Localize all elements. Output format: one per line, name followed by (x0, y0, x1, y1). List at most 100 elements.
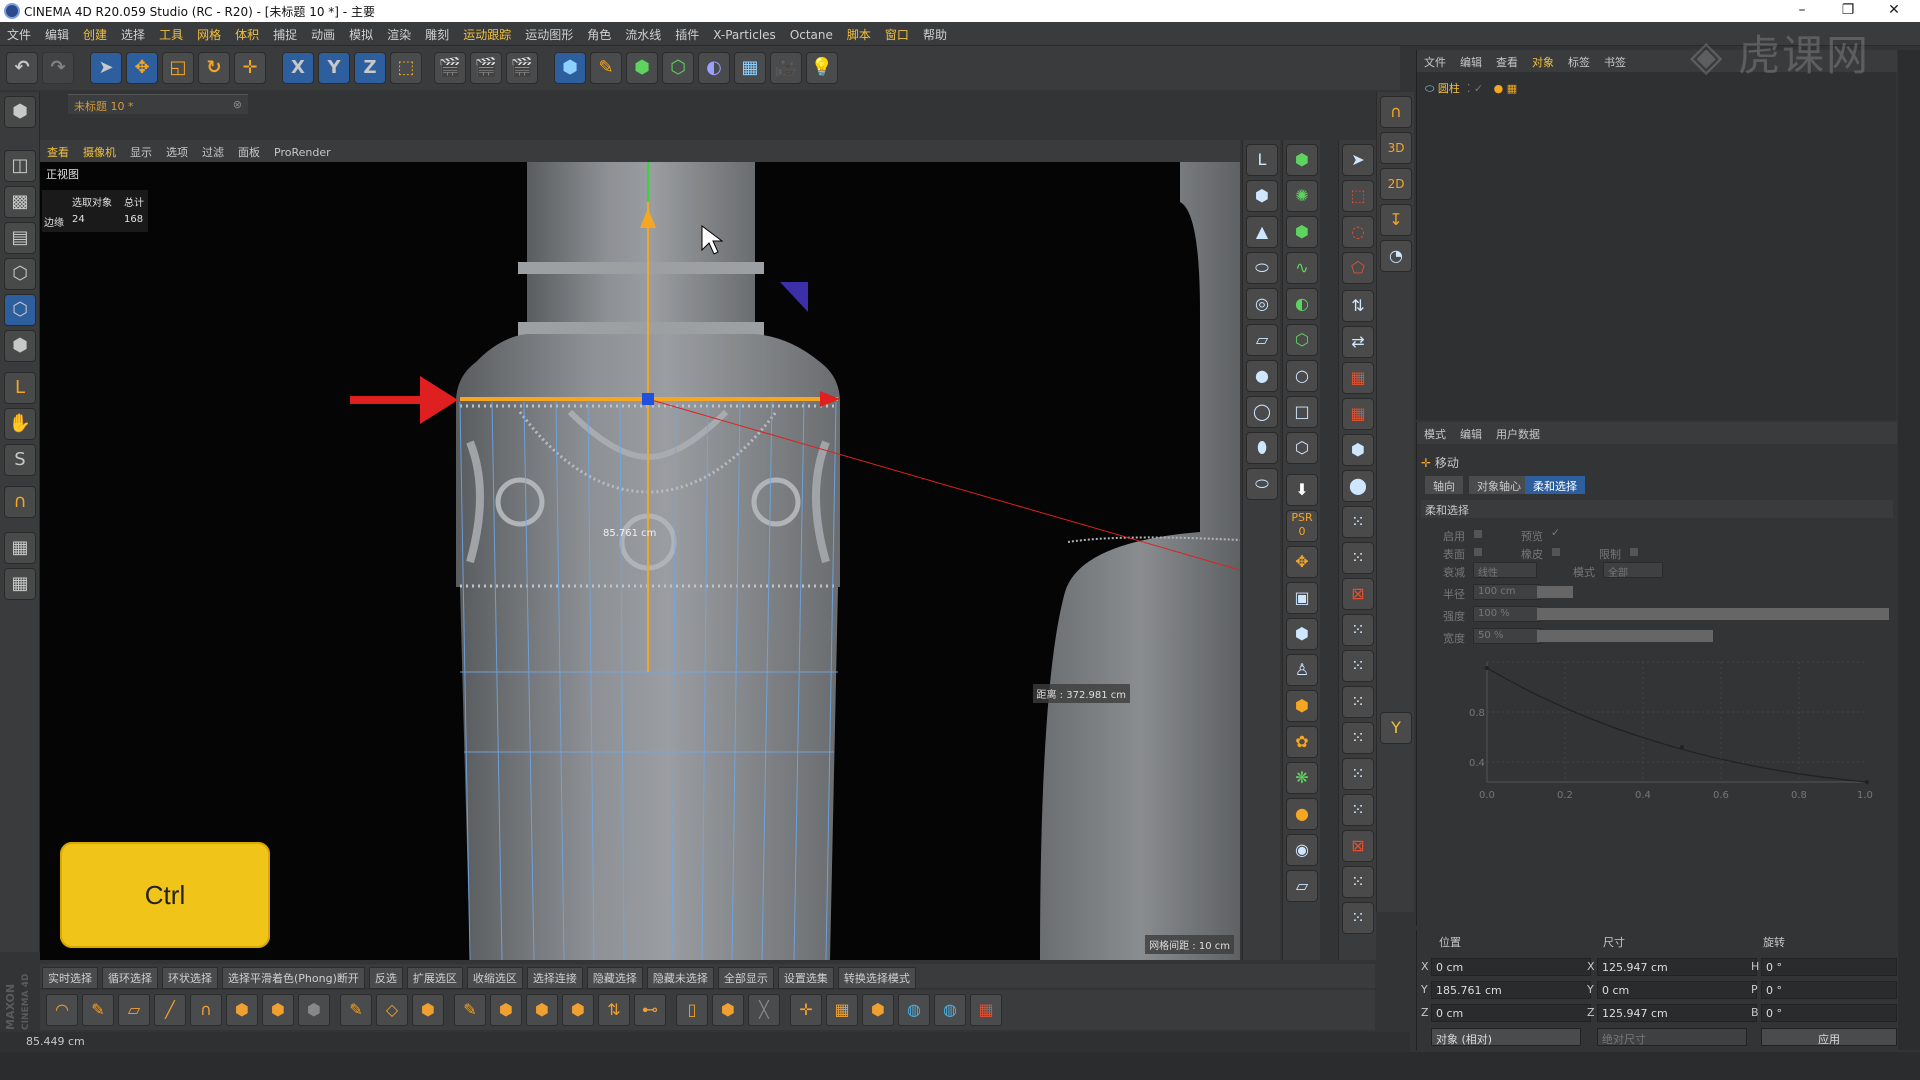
viewport-menu-item-3[interactable]: 选项 (159, 140, 195, 160)
menu-item-3[interactable]: 选择 (114, 22, 152, 43)
polygon-spline-icon[interactable]: ⬡ (1286, 432, 1318, 464)
workplane-lock-icon[interactable]: ▦ (4, 532, 36, 564)
selection-command-9[interactable]: 隐藏未选择 (646, 967, 714, 989)
tweak-mode-icon[interactable]: ✋ (4, 408, 36, 440)
subdivision-surface-icon[interactable]: ⬢ (626, 52, 658, 84)
width-slider[interactable] (1537, 630, 1713, 642)
close-tab-icon[interactable]: ⊗ (233, 98, 242, 111)
restrict-checkbox[interactable] (1629, 547, 1639, 557)
menu-item-5[interactable]: 网格 (190, 22, 228, 43)
rubber-checkbox[interactable] (1551, 547, 1561, 557)
object-to-polygon-icon[interactable]: ⬢ (712, 994, 744, 1026)
selection-command-10[interactable]: 全部显示 (717, 967, 774, 989)
width-field[interactable]: 50 % (1473, 628, 1541, 644)
menu-item-7[interactable]: 捕捉 (266, 22, 304, 43)
slide-icon[interactable]: ⁙ (1342, 794, 1374, 826)
select-tool-icon[interactable]: ➤ (90, 52, 122, 84)
menu-item-10[interactable]: 渲染 (380, 22, 418, 43)
voronoi-icon[interactable]: ❋ (1286, 762, 1318, 794)
optimize-icon[interactable]: ▦ (1342, 362, 1374, 394)
tab-axis[interactable]: 轴向 (1425, 476, 1463, 494)
snap-enable-icon[interactable]: ∩ (1380, 96, 1412, 128)
menu-item-21[interactable]: 帮助 (916, 22, 954, 43)
effector-icon[interactable]: ✿ (1286, 726, 1318, 758)
snap-icon[interactable]: ∩ (4, 486, 36, 518)
close-icon[interactable]: ✕ (1874, 2, 1914, 18)
move-tool-icon[interactable]: ✥ (126, 52, 158, 84)
viewport-menu-item-4[interactable]: 过滤 (195, 140, 231, 160)
falloff-curve-graph[interactable]: 0.8 0.4 0.0 0.2 0.4 0.6 0.8 1.0 (1447, 652, 1887, 802)
polygons-mode-icon[interactable]: ⬢ (4, 330, 36, 362)
menu-item-1[interactable]: 编辑 (38, 22, 76, 43)
line-cut-icon[interactable]: ╱ (154, 994, 186, 1026)
viewport-menu-item-2[interactable]: 显示 (123, 140, 159, 160)
drop-to-floor-icon[interactable]: ⬇ (1286, 474, 1318, 506)
menu-item-17[interactable]: X-Particles (706, 24, 783, 42)
menu-item-19[interactable]: 脚本 (840, 22, 878, 43)
x-axis-lock-button[interactable]: X (282, 52, 314, 84)
menu-item-18[interactable]: Octane (783, 24, 840, 42)
bridge-tool-icon[interactable]: ⬢ (562, 994, 594, 1026)
z-axis-lock-button[interactable]: Z (354, 52, 386, 84)
sphere-shader-icon[interactable]: ● (1286, 798, 1318, 830)
menu-item-11[interactable]: 雕刻 (418, 22, 456, 43)
rect-selection-icon[interactable]: ⬚ (1342, 180, 1374, 212)
viewport-menu-item-1[interactable]: 摄像机 (76, 140, 123, 160)
smooth-icon[interactable]: ◠ (46, 994, 78, 1026)
disc-primitive-icon[interactable]: ◎ (1246, 288, 1278, 320)
dissolve-icon[interactable]: ╳ (748, 994, 780, 1026)
magnet-icon[interactable]: ⁙ (1342, 866, 1374, 898)
viewport-front[interactable]: 正视图 选取对象 总计 边缘 24 168 85.761 cm 距离 : 372… (40, 162, 1240, 960)
uv-grid-icon[interactable]: ◍ (934, 994, 966, 1026)
brush-tool-icon[interactable]: ✎ (82, 994, 114, 1026)
workplane-icon[interactable]: ▤ (4, 222, 36, 254)
untriangulate-icon[interactable]: ⬢ (412, 994, 444, 1026)
object-manager-menu-item-5[interactable]: 书签 (1597, 50, 1633, 70)
align-icon[interactable]: ⇅ (1342, 290, 1374, 322)
floor-plane-icon[interactable]: ▱ (1286, 870, 1318, 902)
connect-points-icon[interactable]: ⊷ (634, 994, 666, 1026)
polygon-pen-icon[interactable]: ⊠ (1342, 830, 1374, 862)
material-icon[interactable]: ⬢ (1286, 618, 1318, 650)
radius-field[interactable]: 100 cm (1473, 584, 1541, 600)
coordinate-system-icon[interactable]: ⬚ (390, 52, 422, 84)
model-mode-icon[interactable]: ◫ (4, 150, 36, 182)
phong-tag-icon[interactable]: ● ▦ (1487, 82, 1518, 95)
edit-render-settings-icon[interactable]: ▣ (1286, 582, 1318, 614)
rotate-tool-icon[interactable]: ↻ (198, 52, 230, 84)
extrude-tool-icon[interactable]: ⬢ (1342, 434, 1374, 466)
object-row-cylinder[interactable]: ⬭ 圆柱 ⁚ ✓ ● ▦ (1425, 80, 1517, 96)
render-region-icon[interactable]: ▦ (970, 994, 1002, 1026)
menu-item-12[interactable]: 运动跟踪 (456, 22, 518, 43)
menu-item-0[interactable]: 文件 (0, 22, 38, 43)
set-point-value-icon[interactable]: ⁙ (1342, 686, 1374, 718)
object-manager-menu-item-1[interactable]: 编辑 (1453, 50, 1489, 70)
menu-item-8[interactable]: 动画 (304, 22, 342, 43)
preview-check-icon[interactable]: ✓ (1551, 526, 1560, 539)
attractor-icon[interactable]: ⬢ (1286, 690, 1318, 722)
torus-primitive-icon[interactable]: ◯ (1246, 396, 1278, 428)
plane-primitive-icon[interactable]: ▱ (1246, 324, 1278, 356)
cloner-icon[interactable]: ✺ (1286, 180, 1318, 212)
plane-cut-icon[interactable]: ▱ (118, 994, 150, 1026)
sculpt-icon[interactable]: ⬤ (1342, 470, 1374, 502)
stitch-icon[interactable]: ⁙ (1342, 758, 1374, 790)
solo-icon[interactable]: S (4, 444, 36, 476)
extrude-inner-icon[interactable]: ⬢ (490, 994, 522, 1026)
center-axis-icon[interactable]: ✥ (1286, 546, 1318, 578)
radius-slider[interactable] (1537, 586, 1573, 598)
knife-icon[interactable]: ▦ (1342, 398, 1374, 430)
minimize-icon[interactable]: – (1782, 2, 1822, 18)
matrix-extrude-icon[interactable]: ⁙ (1342, 542, 1374, 574)
iron-icon[interactable]: ⁙ (1342, 614, 1374, 646)
tube-primitive-icon[interactable]: ⬭ (1246, 468, 1278, 500)
rot-h-field[interactable]: 0 ° (1761, 958, 1897, 976)
texture-mode-icon[interactable]: ▩ (4, 186, 36, 218)
polygon-fill-icon[interactable]: ⬢ (226, 994, 258, 1026)
edge-cut-icon[interactable]: ✎ (454, 994, 486, 1026)
capsule-primitive-icon[interactable]: ⬮ (1246, 432, 1278, 464)
selection-command-4[interactable]: 反选 (368, 967, 403, 989)
bevel-icon[interactable]: ⁙ (1342, 506, 1374, 538)
pos-x-field[interactable]: 0 cm (1431, 958, 1591, 976)
scale-tool-icon[interactable]: ◱ (162, 52, 194, 84)
